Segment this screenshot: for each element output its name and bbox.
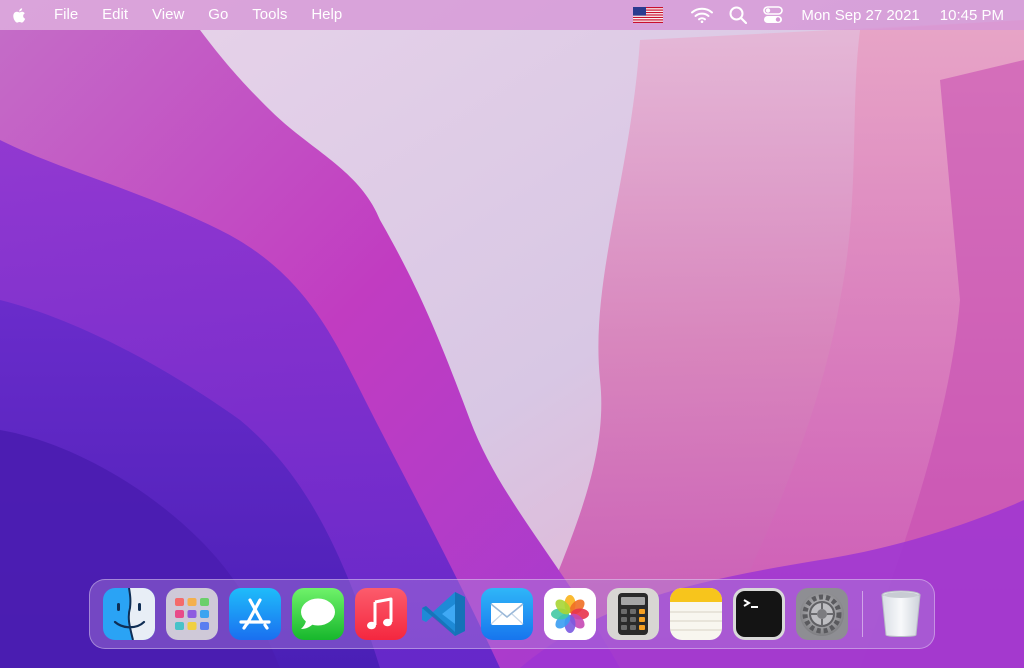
mail-icon	[481, 588, 533, 640]
spotlight-search[interactable]	[729, 0, 748, 30]
menu-help[interactable]: Help	[299, 0, 354, 30]
dock-system-preferences[interactable]	[796, 588, 848, 640]
control-center-icon	[763, 6, 784, 23]
calculator-icon	[607, 588, 659, 640]
desktop-wallpaper	[0, 0, 1024, 668]
menu-go[interactable]: Go	[196, 0, 240, 30]
dock-separator	[862, 591, 863, 637]
menu-edit[interactable]: Edit	[90, 0, 140, 30]
control-center[interactable]	[763, 0, 784, 30]
dock-photos[interactable]	[544, 588, 596, 640]
menu-tools[interactable]: Tools	[240, 0, 299, 30]
music-icon	[355, 588, 407, 640]
finder-icon	[103, 588, 155, 640]
us-flag-icon	[633, 7, 664, 23]
menubar-time[interactable]: 10:45 PM	[940, 0, 1004, 30]
dock-mail[interactable]	[481, 588, 533, 640]
notes-icon	[670, 588, 722, 640]
launchpad-icon	[166, 588, 218, 640]
vscode-icon	[422, 592, 465, 636]
dock-launchpad[interactable]	[166, 588, 218, 640]
menu-bar: File Edit View Go Tools Help Mon Sep 27 …	[0, 0, 1024, 30]
input-source-menu[interactable]	[633, 0, 675, 30]
dock-finder[interactable]	[103, 588, 155, 640]
apple-icon[interactable]	[12, 6, 28, 24]
app-store-icon	[229, 588, 281, 640]
menubar-date[interactable]: Mon Sep 27 2021	[801, 0, 919, 30]
dock-terminal[interactable]	[733, 588, 785, 640]
dock-messages[interactable]	[292, 588, 344, 640]
menu-view[interactable]: View	[140, 0, 196, 30]
dock-notes[interactable]	[670, 588, 722, 640]
messages-icon	[292, 588, 344, 640]
menu-file[interactable]: File	[42, 0, 90, 30]
trash-icon	[881, 590, 921, 637]
photos-icon	[544, 588, 596, 640]
dock-trash[interactable]	[875, 588, 927, 640]
dock-music[interactable]	[355, 588, 407, 640]
dock-calculator[interactable]	[607, 588, 659, 640]
search-icon	[729, 6, 748, 24]
system-preferences-icon	[796, 588, 848, 640]
wifi-menu[interactable]	[691, 0, 714, 30]
terminal-icon	[733, 588, 785, 640]
dock-vscode[interactable]	[418, 588, 470, 640]
wifi-icon	[691, 7, 714, 23]
dock-app-store[interactable]	[229, 588, 281, 640]
dock	[89, 579, 935, 649]
